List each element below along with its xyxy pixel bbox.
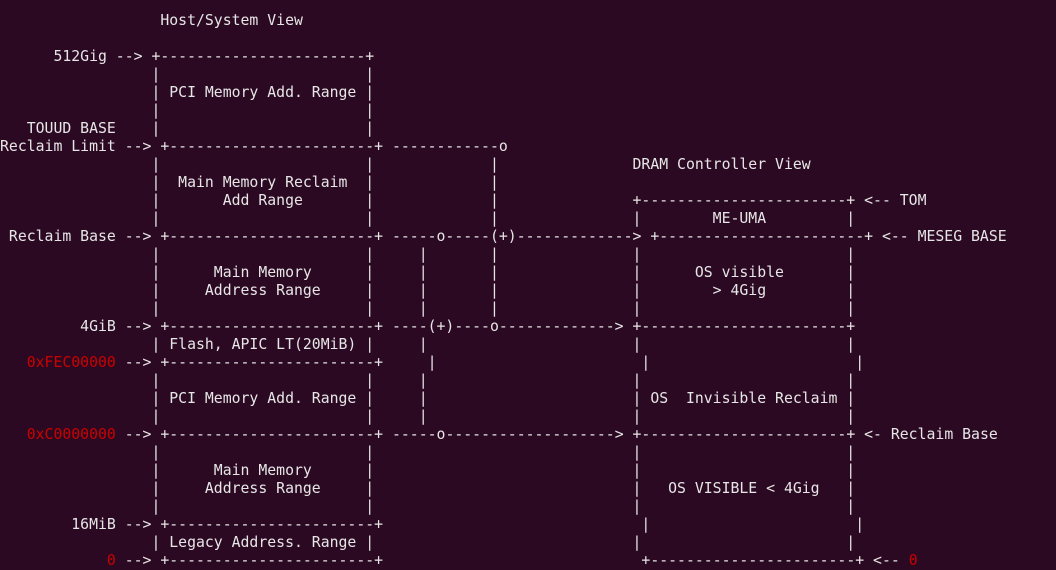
diagram-line: 0xC0000000 --> +-----------------------+… (0, 426, 998, 444)
diagram-text: | Main Memory Reclaim | | (0, 174, 499, 191)
diagram-line: | Main Memory | | | (0, 462, 855, 480)
diagram-text: 4GiB --> +-----------------------+ ----(… (0, 318, 856, 335)
diagram-text: --> +-----------------------+ +---------… (115, 552, 909, 569)
diagram-text (0, 426, 27, 443)
diagram-text: | Main Memory | | | (0, 462, 856, 479)
diagram-text: --> +-----------------------+ | | | (115, 354, 865, 371)
address-label: 0 (106, 552, 116, 569)
diagram-line: | PCI Memory Add. Range | (0, 84, 374, 102)
diagram-line: | Main Memory Reclaim | | (0, 174, 499, 192)
diagram-line: | | | | ME-UMA | (0, 210, 855, 228)
diagram-line: | | (0, 102, 374, 120)
diagram-line: | Main Memory | | | | OS visible | (0, 264, 855, 282)
diagram-line: | | (0, 66, 374, 84)
diagram-line: Reclaim Base --> +----------------------… (0, 228, 1007, 246)
diagram-line: | | | DRAM Controller View (0, 156, 811, 174)
diagram-text (0, 354, 27, 371)
address-label: 0 (908, 552, 918, 569)
diagram-line: | Add Range | | +-----------------------… (0, 192, 926, 210)
diagram-text: | Address Range | | | | > 4Gig | (0, 282, 856, 299)
diagram-line: | Flash, APIC LT(20MiB) | | | | (0, 336, 855, 354)
diagram-text: Reclaim Limit --> +---------------------… (0, 138, 508, 155)
diagram-line: | | | | | (0, 408, 855, 426)
diagram-line: | | | | | (0, 372, 855, 390)
diagram-line: | Address Range | | OS VISIBLE < 4Gig | (0, 480, 855, 498)
diagram-text: | | | | ME-UMA | (0, 210, 856, 227)
diagram-text: | Add Range | | +-----------------------… (0, 192, 927, 209)
diagram-line: | | | | | | (0, 300, 855, 318)
terminal-window: Host/System View 512Gig --> +-----------… (0, 0, 1056, 569)
diagram-line: Reclaim Limit --> +---------------------… (0, 138, 508, 156)
diagram-text: | Address Range | | OS VISIBLE < 4Gig | (0, 480, 856, 497)
diagram-text: | | | DRAM Controller View (0, 156, 811, 173)
diagram-text: Host/System View (0, 12, 303, 29)
diagram-text: | | | | (0, 498, 856, 515)
diagram-text: | | (0, 102, 375, 119)
diagram-text: TOUUD BASE | | (0, 120, 375, 137)
diagram-text: 512Gig --> +-----------------------+ (0, 48, 375, 65)
diagram-text: | | | | | | (0, 246, 856, 263)
diagram-line: TOUUD BASE | | (0, 120, 374, 138)
address-label: 0xC0000000 (26, 426, 116, 443)
diagram-text: | | | | | (0, 372, 856, 389)
diagram-line: | Legacy Address. Range | | | (0, 534, 855, 552)
diagram-text (0, 552, 107, 569)
diagram-line: | PCI Memory Add. Range | | | OS Invisib… (0, 390, 855, 408)
diagram-line: Host/System View (0, 12, 303, 30)
diagram-line: 0xFEC00000 --> +-----------------------+… (0, 354, 864, 372)
address-label: 0xFEC00000 (26, 354, 116, 371)
diagram-line: 0 --> +-----------------------+ +-------… (0, 552, 918, 570)
diagram-line: | Address Range | | | | > 4Gig | (0, 282, 855, 300)
diagram-text: Reclaim Base --> +----------------------… (0, 228, 1007, 245)
diagram-line: 512Gig --> +-----------------------+ (0, 48, 374, 66)
diagram-line: 4GiB --> +-----------------------+ ----(… (0, 318, 855, 336)
diagram-text: | | | | (0, 444, 856, 461)
diagram-text: --> +-----------------------+ -----o----… (115, 426, 998, 443)
diagram-text: 16MiB --> +-----------------------+ | | (0, 516, 865, 533)
diagram-text: | Flash, APIC LT(20MiB) | | | | (0, 336, 856, 353)
diagram-text: | | (0, 66, 375, 83)
diagram-text: | | | | | (0, 408, 856, 425)
diagram-text: | PCI Memory Add. Range | (0, 84, 375, 101)
diagram-line: 16MiB --> +-----------------------+ | | (0, 516, 864, 534)
diagram-line: | | | | (0, 498, 855, 516)
diagram-text: | Main Memory | | | | OS visible | (0, 264, 856, 281)
diagram-text: | Legacy Address. Range | | | (0, 534, 856, 551)
diagram-text: | PCI Memory Add. Range | | | OS Invisib… (0, 390, 856, 407)
diagram-text: | | | | | | (0, 300, 856, 317)
diagram-line: | | | | (0, 444, 855, 462)
diagram-line: | | | | | | (0, 246, 855, 264)
